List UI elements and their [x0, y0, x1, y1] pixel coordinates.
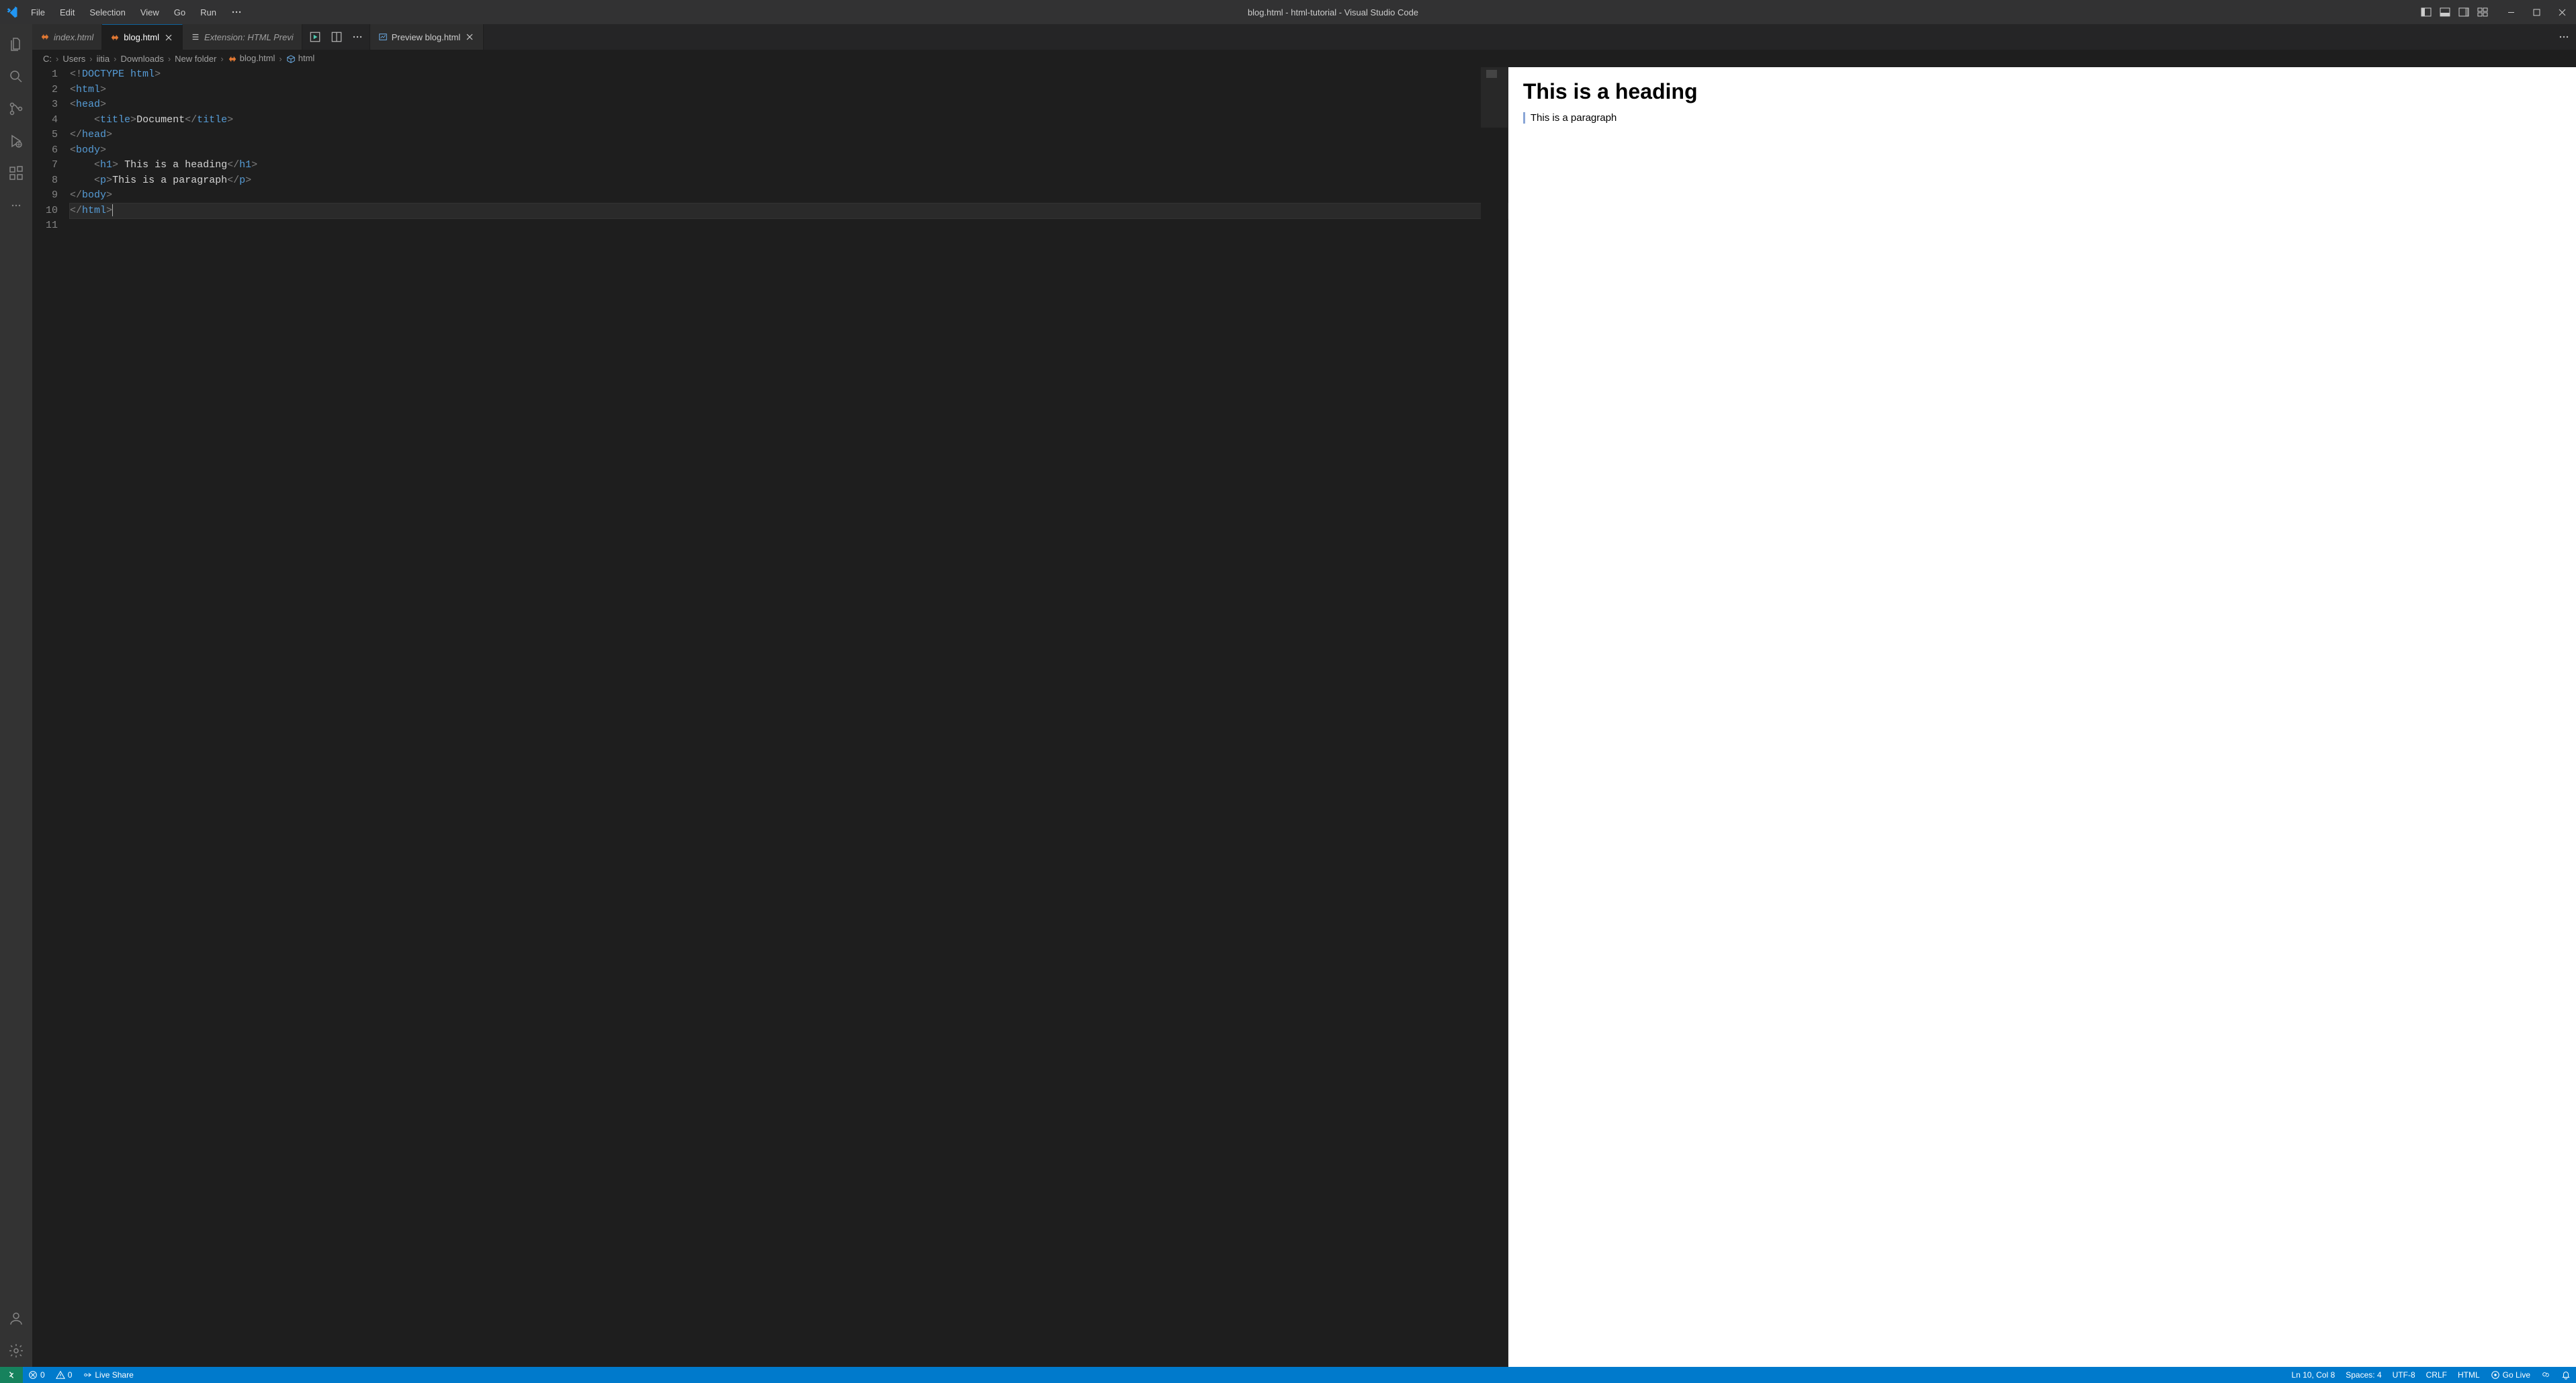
menu-bar: File Edit Selection View Go Run [24, 0, 249, 24]
problems-warnings[interactable]: 0 [50, 1367, 78, 1383]
eol[interactable]: CRLF [2421, 1367, 2452, 1383]
error-count: 0 [40, 1370, 45, 1380]
customize-layout-icon[interactable] [2474, 3, 2491, 21]
symbol-icon [286, 54, 296, 64]
left-editor-actions [302, 24, 370, 50]
menu-selection[interactable]: Selection [83, 0, 132, 24]
warning-count: 0 [68, 1370, 73, 1380]
breadcrumb-segment[interactable]: iitia [97, 54, 110, 64]
toggle-panel-icon[interactable] [2436, 3, 2454, 21]
minimap[interactable] [1481, 67, 1508, 1367]
left-tab-group: index.html blog.html Extension: HTML Pre… [32, 24, 302, 50]
tab-close-icon[interactable] [464, 32, 475, 42]
breadcrumb-segment[interactable]: C: [43, 54, 52, 64]
split-pane: 1234567891011 <!DOCTYPE html><html><head… [32, 67, 2576, 1367]
tab-label: Preview blog.html [392, 32, 461, 42]
menu-more-icon[interactable] [224, 0, 249, 24]
indentation[interactable]: Spaces: 4 [2340, 1367, 2387, 1383]
maximize-icon[interactable] [2525, 0, 2548, 24]
explorer-icon[interactable] [0, 28, 32, 60]
right-editor-actions [2552, 24, 2576, 50]
minimap-content [1486, 70, 1497, 78]
tabs-row: index.html blog.html Extension: HTML Pre… [32, 24, 2576, 50]
chevron-right-icon: › [89, 54, 92, 64]
feedback-icon[interactable] [2536, 1367, 2556, 1383]
cursor-position[interactable]: Ln 10, Col 8 [2286, 1367, 2341, 1383]
go-live[interactable]: Go Live [2485, 1367, 2536, 1383]
html-file-icon [40, 32, 50, 42]
breadcrumb-segment[interactable]: New folder [175, 54, 216, 64]
menu-file[interactable]: File [24, 0, 52, 24]
tab-label: Extension: HTML Previ [204, 32, 294, 42]
menu-edit[interactable]: Edit [53, 0, 81, 24]
chevron-right-icon: › [279, 54, 282, 64]
notifications-bell-icon[interactable] [2556, 1367, 2576, 1383]
split-editor-icon[interactable] [331, 31, 343, 43]
breadcrumb-segment[interactable]: Downloads [121, 54, 164, 64]
code-editor[interactable]: 1234567891011 <!DOCTYPE html><html><head… [32, 67, 1508, 1367]
editor-area: index.html blog.html Extension: HTML Pre… [32, 24, 2576, 1367]
code-content[interactable]: <!DOCTYPE html><html><head> <title>Docum… [70, 67, 1508, 1367]
status-bar: 0 0 Live Share Ln 10, Col 8 Spaces: 4 UT… [0, 1367, 2576, 1383]
encoding[interactable]: UTF-8 [2387, 1367, 2421, 1383]
html-file-icon [228, 54, 237, 64]
run-code-icon[interactable] [309, 31, 321, 43]
problems-errors[interactable]: 0 [23, 1367, 50, 1383]
minimize-icon[interactable] [2499, 0, 2522, 24]
breadcrumb-segment[interactable]: html [286, 53, 315, 64]
layout-buttons [2417, 3, 2491, 21]
activity-bar [0, 24, 32, 1367]
tab-extension-preview[interactable]: Extension: HTML Previ [183, 24, 302, 50]
list-icon [191, 32, 200, 42]
live-share-label: Live Share [95, 1370, 133, 1380]
right-tab-group: Preview blog.html [370, 24, 484, 50]
chevron-right-icon: › [114, 54, 116, 64]
tab-close-icon[interactable] [163, 32, 174, 43]
tab-blog-html[interactable]: blog.html [102, 24, 183, 50]
menu-view[interactable]: View [134, 0, 166, 24]
html-file-icon [110, 33, 120, 42]
preview-heading: This is a heading [1523, 79, 2561, 104]
menu-run[interactable]: Run [194, 0, 223, 24]
breadcrumb-segment[interactable]: Users [62, 54, 85, 64]
window-title: blog.html - html-tutorial - Visual Studi… [249, 7, 2417, 17]
vscode-logo [0, 5, 24, 19]
title-bar: File Edit Selection View Go Run blog.htm… [0, 0, 2576, 24]
breadcrumbs: C: › Users › iitia › Downloads › New folder ›… [32, 50, 2576, 67]
go-live-label: Go Live [2503, 1370, 2530, 1380]
live-share[interactable]: Live Share [77, 1367, 138, 1383]
breadcrumb-segment[interactable]: blog.html [228, 53, 275, 64]
main-area: index.html blog.html Extension: HTML Pre… [0, 24, 2576, 1367]
menu-go[interactable]: Go [167, 0, 192, 24]
html-preview-pane: This is a heading This is a paragraph [1508, 67, 2576, 1367]
accounts-icon[interactable] [0, 1302, 32, 1335]
toggle-secondary-sidebar-icon[interactable] [2455, 3, 2473, 21]
toggle-primary-sidebar-icon[interactable] [2417, 3, 2435, 21]
preview-paragraph: This is a paragraph [1523, 112, 2561, 124]
more-actions-icon[interactable] [0, 189, 32, 222]
more-actions-icon[interactable] [2559, 32, 2569, 42]
chevron-right-icon: › [220, 54, 223, 64]
remote-indicator[interactable] [0, 1367, 23, 1383]
settings-gear-icon[interactable] [0, 1335, 32, 1367]
search-icon[interactable] [0, 60, 32, 93]
window-controls [2499, 0, 2576, 24]
more-actions-icon[interactable] [352, 32, 363, 42]
tab-index-html[interactable]: index.html [32, 24, 102, 50]
source-control-icon[interactable] [0, 93, 32, 125]
tab-label: index.html [54, 32, 93, 42]
line-number-gutter: 1234567891011 [32, 67, 70, 1367]
tab-preview-blog[interactable]: Preview blog.html [370, 24, 484, 50]
extensions-icon[interactable] [0, 157, 32, 189]
close-icon[interactable] [2550, 0, 2573, 24]
chevron-right-icon: › [56, 54, 58, 64]
language-mode[interactable]: HTML [2452, 1367, 2485, 1383]
preview-icon [378, 32, 388, 42]
run-debug-icon[interactable] [0, 125, 32, 157]
chevron-right-icon: › [168, 54, 171, 64]
tab-label: blog.html [124, 32, 159, 42]
